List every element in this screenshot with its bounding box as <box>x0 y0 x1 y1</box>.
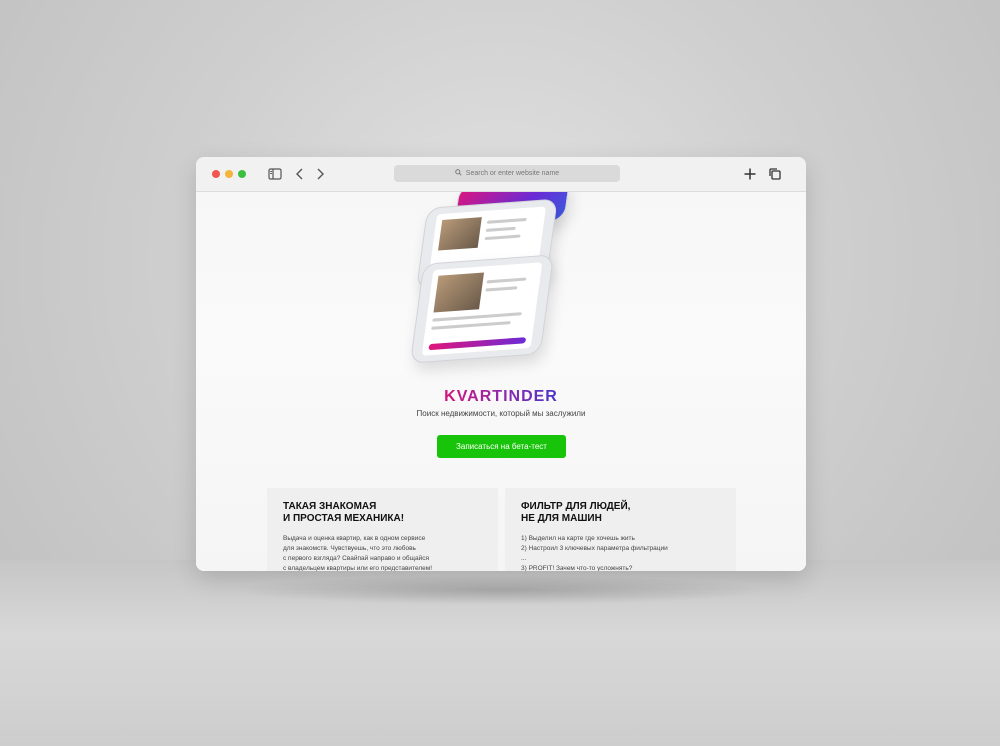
phone-mockup <box>409 254 555 364</box>
minimize-window-button[interactable] <box>225 170 233 178</box>
tabs-overview-icon[interactable] <box>767 166 783 182</box>
address-bar-placeholder: Search or enter website name <box>465 170 560 177</box>
feature-text: Выдача и оценка квартир, как в одном сер… <box>283 535 433 571</box>
feature-card-filter: ФИЛЬТР ДЛЯ ЛЮДЕЙ, НЕ ДЛЯ МАШИН 1) Выдели… <box>505 488 736 571</box>
brand-name: KVARTINDER <box>444 388 558 405</box>
forward-icon[interactable] <box>312 166 328 182</box>
brand-logo: KVARTINDER <box>196 388 806 406</box>
sidebar-icon[interactable] <box>267 166 283 182</box>
feature-text: 1) Выделил на карте где хочешь жить 2) Н… <box>521 535 668 571</box>
tagline: Поиск недвижимости, который мы заслужили <box>416 409 586 418</box>
new-tab-icon[interactable] <box>742 166 758 182</box>
feature-title: ТАКАЯ ЗНАКОМАЯ И ПРОСТАЯ МЕХАНИКА! <box>283 501 405 524</box>
address-bar[interactable]: Search or enter website name <box>394 165 620 182</box>
app-mockup-illustration <box>401 192 601 382</box>
close-window-button[interactable] <box>212 170 220 178</box>
feature-title: ФИЛЬТР ДЛЯ ЛЮДЕЙ, НЕ ДЛЯ МАШИН <box>521 501 631 524</box>
back-icon[interactable] <box>292 166 308 182</box>
browser-window: Search or enter website name KVARTINDER … <box>196 157 806 571</box>
beta-signup-button[interactable]: Записаться на бета-тест <box>437 435 566 458</box>
window-shadow <box>230 575 770 605</box>
maximize-window-button[interactable] <box>238 170 246 178</box>
search-icon <box>455 169 462 178</box>
page-content: KVARTINDER Поиск недвижимости, который м… <box>196 192 806 571</box>
feature-card-mechanics: ТАКАЯ ЗНАКОМАЯ И ПРОСТАЯ МЕХАНИКА! Выдач… <box>267 488 498 571</box>
browser-toolbar: Search or enter website name <box>196 157 806 192</box>
